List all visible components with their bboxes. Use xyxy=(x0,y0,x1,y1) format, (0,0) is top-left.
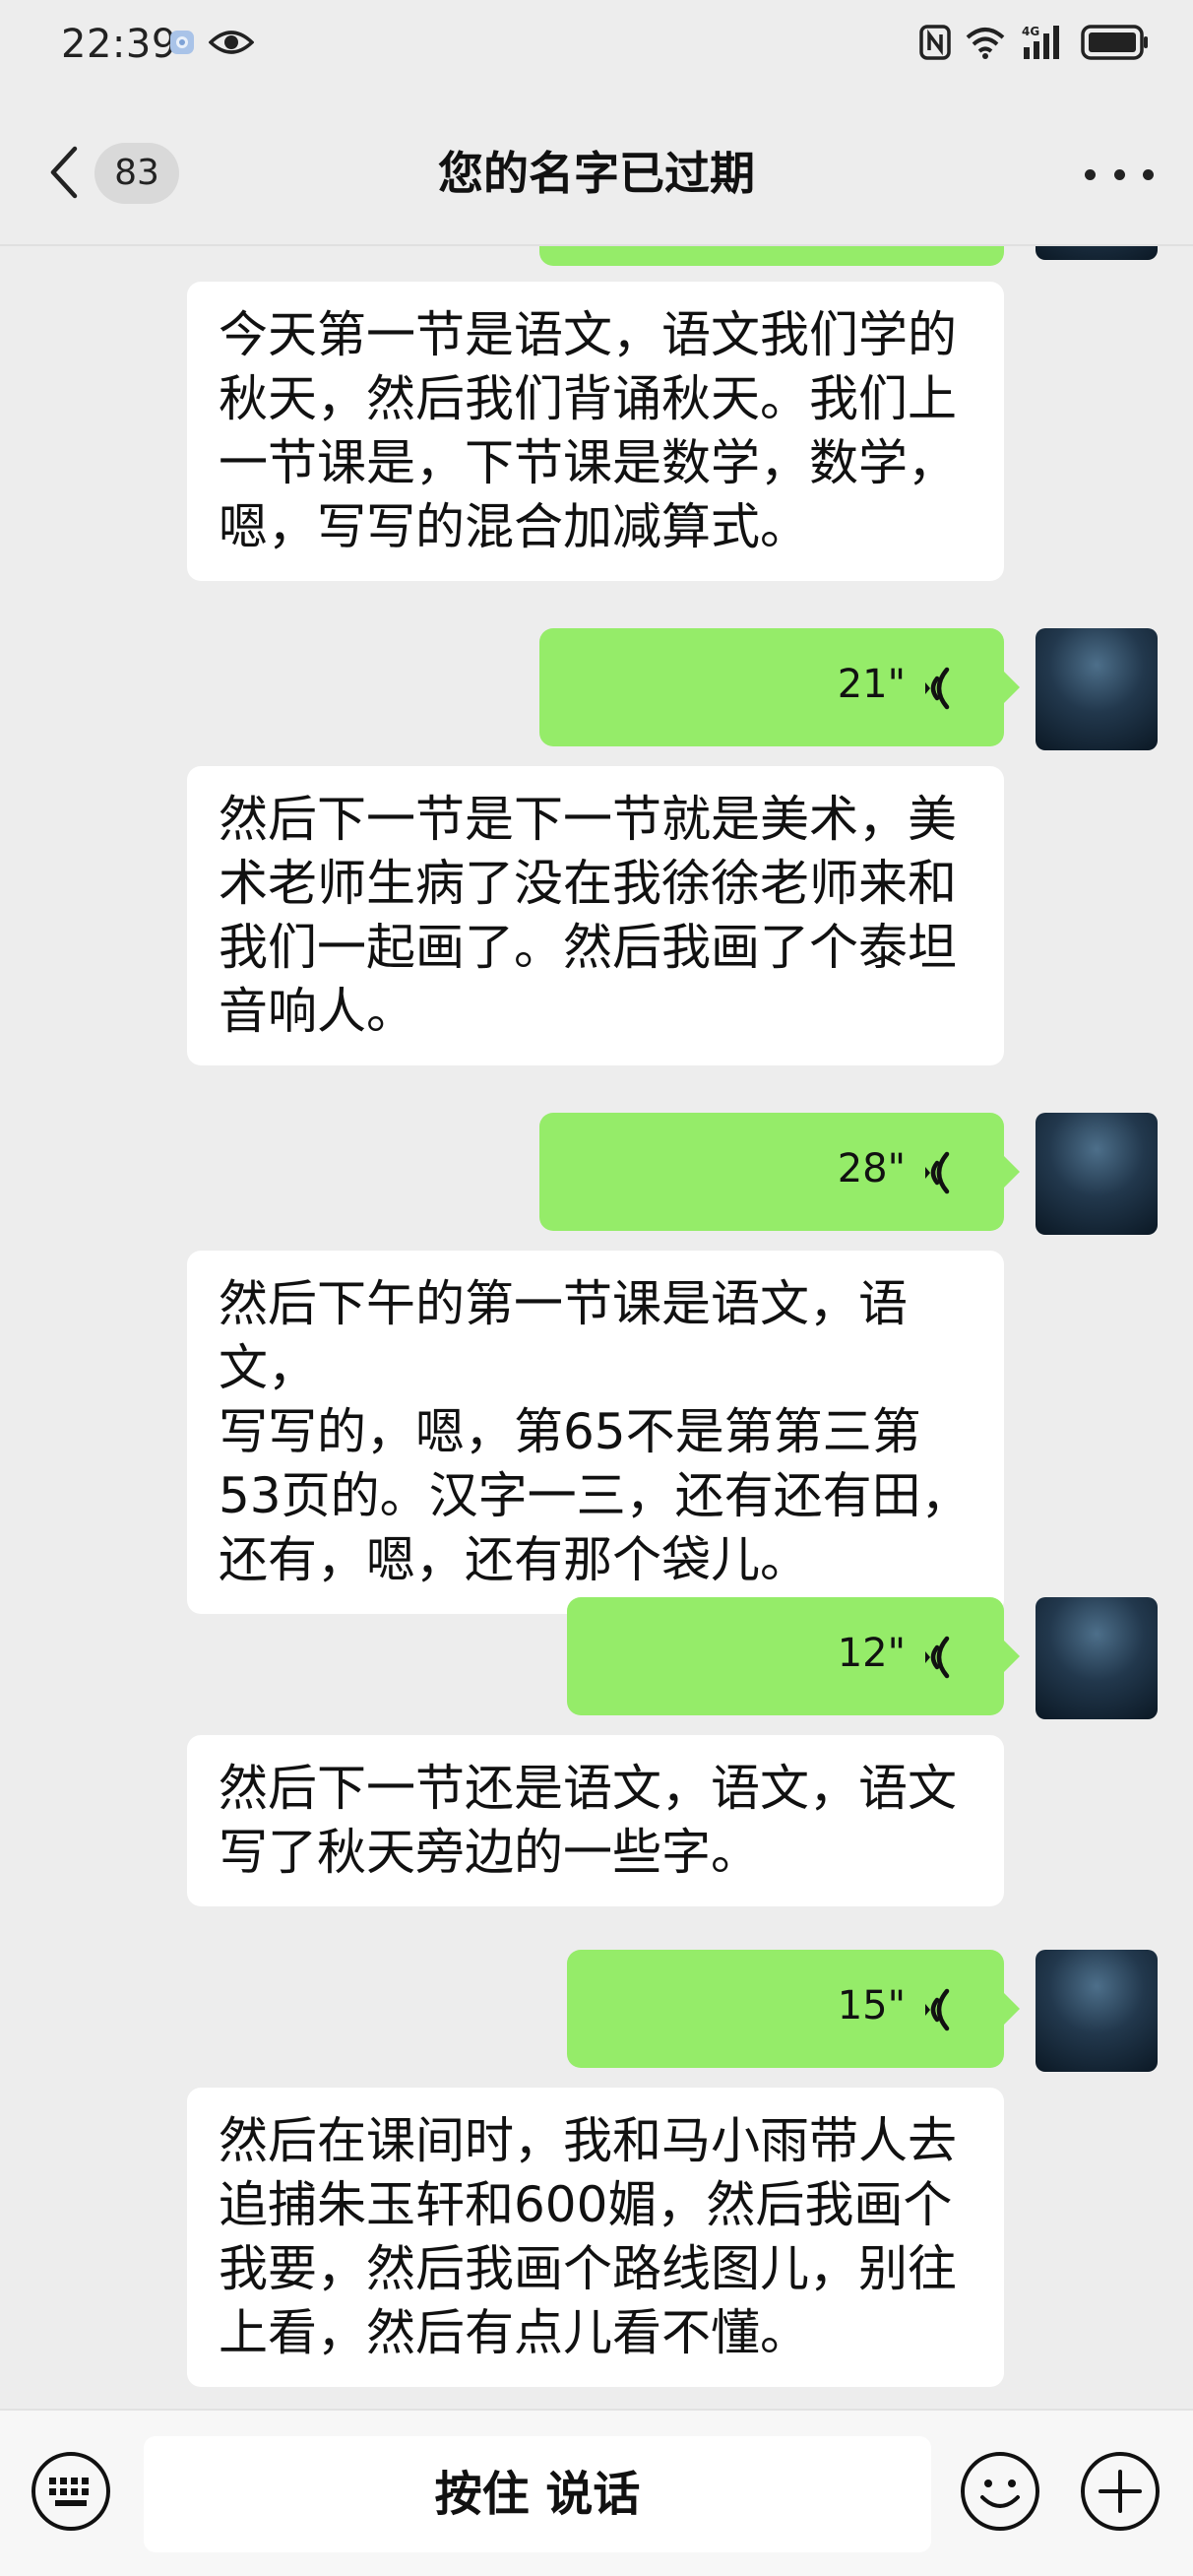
text-message[interactable]: 今天第一节是语文，语文我们学的 秋天，然后我们背诵秋天。我们上 一节课是，下节课… xyxy=(187,282,1004,581)
chat-header: 83 您的名字已过期 xyxy=(0,98,1193,246)
avatar[interactable] xyxy=(1036,628,1158,750)
keyboard-icon[interactable] xyxy=(30,2450,112,2533)
nfc-icon xyxy=(919,25,951,60)
avatar[interactable] xyxy=(1036,246,1158,260)
status-time: 22:39 xyxy=(61,22,177,67)
voice-playback-icon xyxy=(925,667,950,710)
voice-duration: 12" xyxy=(837,1631,906,1676)
voice-playback-icon xyxy=(925,1988,950,2031)
voice-playback-icon xyxy=(925,1151,950,1194)
app-notification-icon xyxy=(170,31,194,54)
plus-icon[interactable] xyxy=(1079,2450,1162,2533)
voice-message-partial[interactable] xyxy=(539,246,1004,266)
status-left-icons xyxy=(169,28,254,57)
eye-icon xyxy=(209,31,254,54)
avatar[interactable] xyxy=(1036,1113,1158,1235)
voice-message[interactable]: 21" xyxy=(539,628,1020,746)
chat-title: 您的名字已过期 xyxy=(438,147,755,200)
hold-to-talk-button[interactable]: 按住 说话 xyxy=(144,2436,931,2552)
avatar[interactable] xyxy=(1036,1597,1158,1719)
text-message[interactable]: 然后下午的第一节课是语文，语文， 写写的，嗯，第65不是第第三第 53页的。汉字… xyxy=(187,1251,1004,1614)
status-bar: 22:39 4G xyxy=(0,0,1193,98)
voice-playback-icon xyxy=(925,1636,950,1679)
text-message[interactable]: 然后下一节是下一节就是美术，美 术老师生病了没在我徐徐老师来和 我们一起画了。然… xyxy=(187,766,1004,1065)
more-icon xyxy=(1085,168,1096,180)
message-list[interactable]: 今天第一节是语文，语文我们学的 秋天，然后我们背诵秋天。我们上 一节课是，下节课… xyxy=(0,246,1193,2407)
voice-message[interactable]: 28" xyxy=(539,1113,1020,1231)
more-button[interactable] xyxy=(1085,160,1154,189)
input-bar: 按住 说话 xyxy=(0,2409,1193,2576)
avatar[interactable] xyxy=(1036,1950,1158,2072)
4g-signal-icon: 4G xyxy=(1022,25,1059,59)
chat-screen: 22:39 4G 83 您的名字已过期 今天第一节是语文，语文我们学的 秋天，然… xyxy=(0,0,1193,2576)
text-message[interactable]: 然后下一节还是语文，语文，语文 写了秋天旁边的一些字。 xyxy=(187,1735,1004,1906)
voice-duration: 21" xyxy=(837,662,906,707)
wifi-icon xyxy=(966,28,1005,59)
network-label: 4G xyxy=(1022,25,1039,38)
voice-duration: 28" xyxy=(837,1146,906,1191)
text-message[interactable]: 然后在课间时，我和马小雨带人去 追捕朱玉轩和600媚，然后我画个 我要，然后我画… xyxy=(187,2088,1004,2387)
voice-message[interactable]: 15" xyxy=(567,1950,1020,2068)
status-right-icons: 4G xyxy=(919,24,1150,61)
battery-icon xyxy=(1081,25,1148,60)
emoji-icon[interactable] xyxy=(959,2450,1041,2533)
voice-duration: 15" xyxy=(837,1983,906,2029)
voice-message[interactable]: 12" xyxy=(567,1597,1020,1715)
